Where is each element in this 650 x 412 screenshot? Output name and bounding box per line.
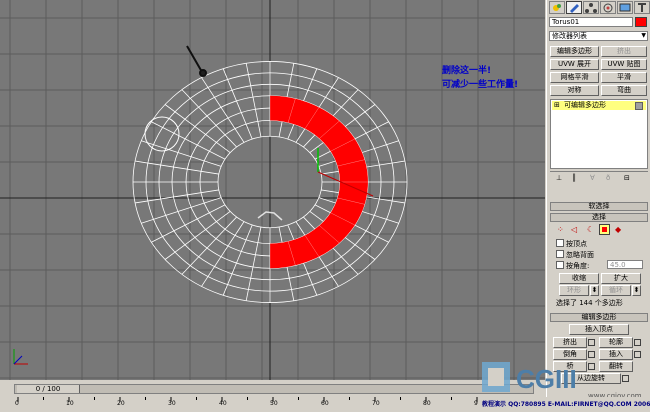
modifier-list-label: 修改器列表 (552, 32, 587, 40)
annotation-line-1: 删除这一半! (442, 66, 492, 76)
smooth-button[interactable]: 平滑 (601, 72, 647, 83)
torus-spoke (245, 226, 262, 301)
torus-spoke (135, 160, 219, 175)
bend-button[interactable]: 弯曲 (601, 85, 647, 96)
make-unique-icon[interactable]: ∀ (590, 174, 595, 182)
ignore-backface-label: 忽略背面 (566, 251, 594, 259)
ruler-tick-label: 60 (321, 400, 329, 407)
ring-button[interactable]: 环形 (559, 285, 589, 296)
chevron-down-icon: ▼ (641, 32, 646, 39)
grow-button[interactable]: 扩大 (601, 273, 641, 284)
edit-polygons-rollout[interactable]: 编辑多边形 (550, 313, 648, 322)
time-slider[interactable]: 0 / 100 (14, 384, 534, 394)
frame-ruler[interactable]: 0102030405060708090100 (14, 397, 536, 409)
modifier-list-dropdown[interactable]: 修改器列表 ▼ (549, 31, 648, 41)
edit-poly-mod-button[interactable]: 编辑多边形 (550, 46, 599, 57)
uvw-map-button[interactable]: UVW 贴图 (601, 59, 647, 70)
extrude-settings-icon[interactable] (588, 339, 595, 346)
ruler-tick-label: 50 (270, 400, 278, 407)
polygon-icon[interactable] (599, 224, 610, 235)
ring-spinner-icon[interactable]: ⬍ (590, 285, 599, 296)
show-end-result-icon[interactable]: ║ (572, 174, 576, 182)
timeline: 0 / 100 0102030405060708090100 (0, 381, 545, 409)
modifier-stack[interactable]: ⊞ 可编辑多边形 (550, 99, 648, 169)
stack-item-editable-poly[interactable]: ⊞ 可编辑多边形 (552, 101, 646, 110)
torus-spoke (141, 197, 222, 224)
by-vertex-label: 按顶点 (566, 240, 587, 248)
object-name-field[interactable]: Torus01 (549, 17, 633, 27)
ruler-tick-label: 20 (117, 400, 125, 407)
ruler-tick-label: 40 (219, 400, 227, 407)
credit-text: 教程演示 QQ:780895 E-MAIL:FIRNET@QQ.COM 2006… (482, 401, 650, 408)
watermark-logo-text: CGIII (516, 364, 577, 394)
outline-button[interactable]: 轮廓 (599, 337, 633, 348)
torus-spoke (141, 140, 222, 167)
selection-status: 选择了 144 个多边形 (556, 299, 623, 307)
stack-toolbar: ⊥ ║ ∀ ð ⊟ (550, 171, 648, 185)
insert-vertex-button[interactable]: 插入顶点 (569, 324, 629, 335)
ruler-tick-label: 70 (372, 400, 380, 407)
border-icon[interactable]: ☾ (587, 225, 594, 234)
selection-rollout[interactable]: 选择 (550, 213, 648, 222)
shrink-button[interactable]: 收缩 (559, 273, 599, 284)
uvw-unwrap-button[interactable]: UVW 展开 (550, 59, 599, 70)
viewport-canvas[interactable] (0, 0, 545, 380)
meshsmooth-button[interactable]: 网格平滑 (550, 72, 599, 83)
loop-spinner-icon[interactable]: ⬍ (632, 285, 641, 296)
remove-modifier-icon[interactable]: ð (606, 174, 610, 182)
command-panel: Torus01 修改器列表 ▼ 编辑多边形 挤出 UVW 展开 UVW 贴图 网… (546, 0, 650, 409)
ruler-tick-label: 80 (423, 400, 431, 407)
hierarchy-icon[interactable] (583, 1, 599, 14)
angle-spinner[interactable]: 45.0 (607, 260, 643, 269)
modify-icon[interactable] (566, 1, 582, 14)
utilities-icon[interactable] (634, 1, 650, 14)
credit-bar: 教程演示 QQ:780895 E-MAIL:FIRNET@QQ.COM 2006… (478, 397, 650, 409)
axis-tripod-icon (13, 349, 28, 365)
motion-icon[interactable] (600, 1, 616, 14)
edge-icon[interactable]: ◁ (571, 225, 577, 234)
torus-spoke (135, 189, 219, 204)
outline-settings-icon[interactable] (634, 339, 641, 346)
configure-sets-icon[interactable]: ⊟ (624, 174, 630, 182)
by-angle-checkbox[interactable] (556, 261, 564, 269)
stack-expand-icon[interactable]: ⊞ (554, 101, 560, 110)
by-vertex-checkbox[interactable] (556, 239, 564, 247)
side-knob (144, 116, 180, 152)
object-color-swatch[interactable] (635, 17, 647, 27)
stack-item-swatch (635, 102, 643, 110)
ruler-tick-label: 30 (168, 400, 176, 407)
home-grid (0, 0, 545, 380)
extrude-button[interactable]: 挤出 (553, 337, 587, 348)
element-icon[interactable]: ◆ (615, 225, 621, 234)
display-icon[interactable] (617, 1, 633, 14)
symmetry-button[interactable]: 对称 (550, 85, 599, 96)
loop-button[interactable]: 循环 (601, 285, 631, 296)
ruler-tick-label: 0 (15, 400, 19, 407)
stack-item-label: 可编辑多边形 (564, 101, 606, 109)
ruler-tick-label: 10 (66, 400, 74, 407)
annotation-line-2: 可减少一些工作量! (442, 80, 519, 90)
vertex-icon[interactable]: ⁘ (557, 225, 564, 234)
soft-selection-rollout[interactable]: 软选择 (550, 202, 648, 211)
ignore-backface-checkbox[interactable] (556, 250, 564, 258)
by-angle-label: 按角度: (566, 262, 590, 270)
time-slider-thumb[interactable]: 0 / 100 (17, 385, 80, 393)
extrude-mod-button[interactable]: 挤出 (601, 46, 647, 57)
pin-stack-icon[interactable]: ⊥ (556, 174, 562, 182)
perspective-viewport[interactable]: 删除这一半! 可减少一些工作量! (0, 0, 545, 380)
create-icon[interactable] (549, 1, 565, 14)
subobject-icons: ⁘ ◁ ☾ ◆ (555, 224, 645, 236)
